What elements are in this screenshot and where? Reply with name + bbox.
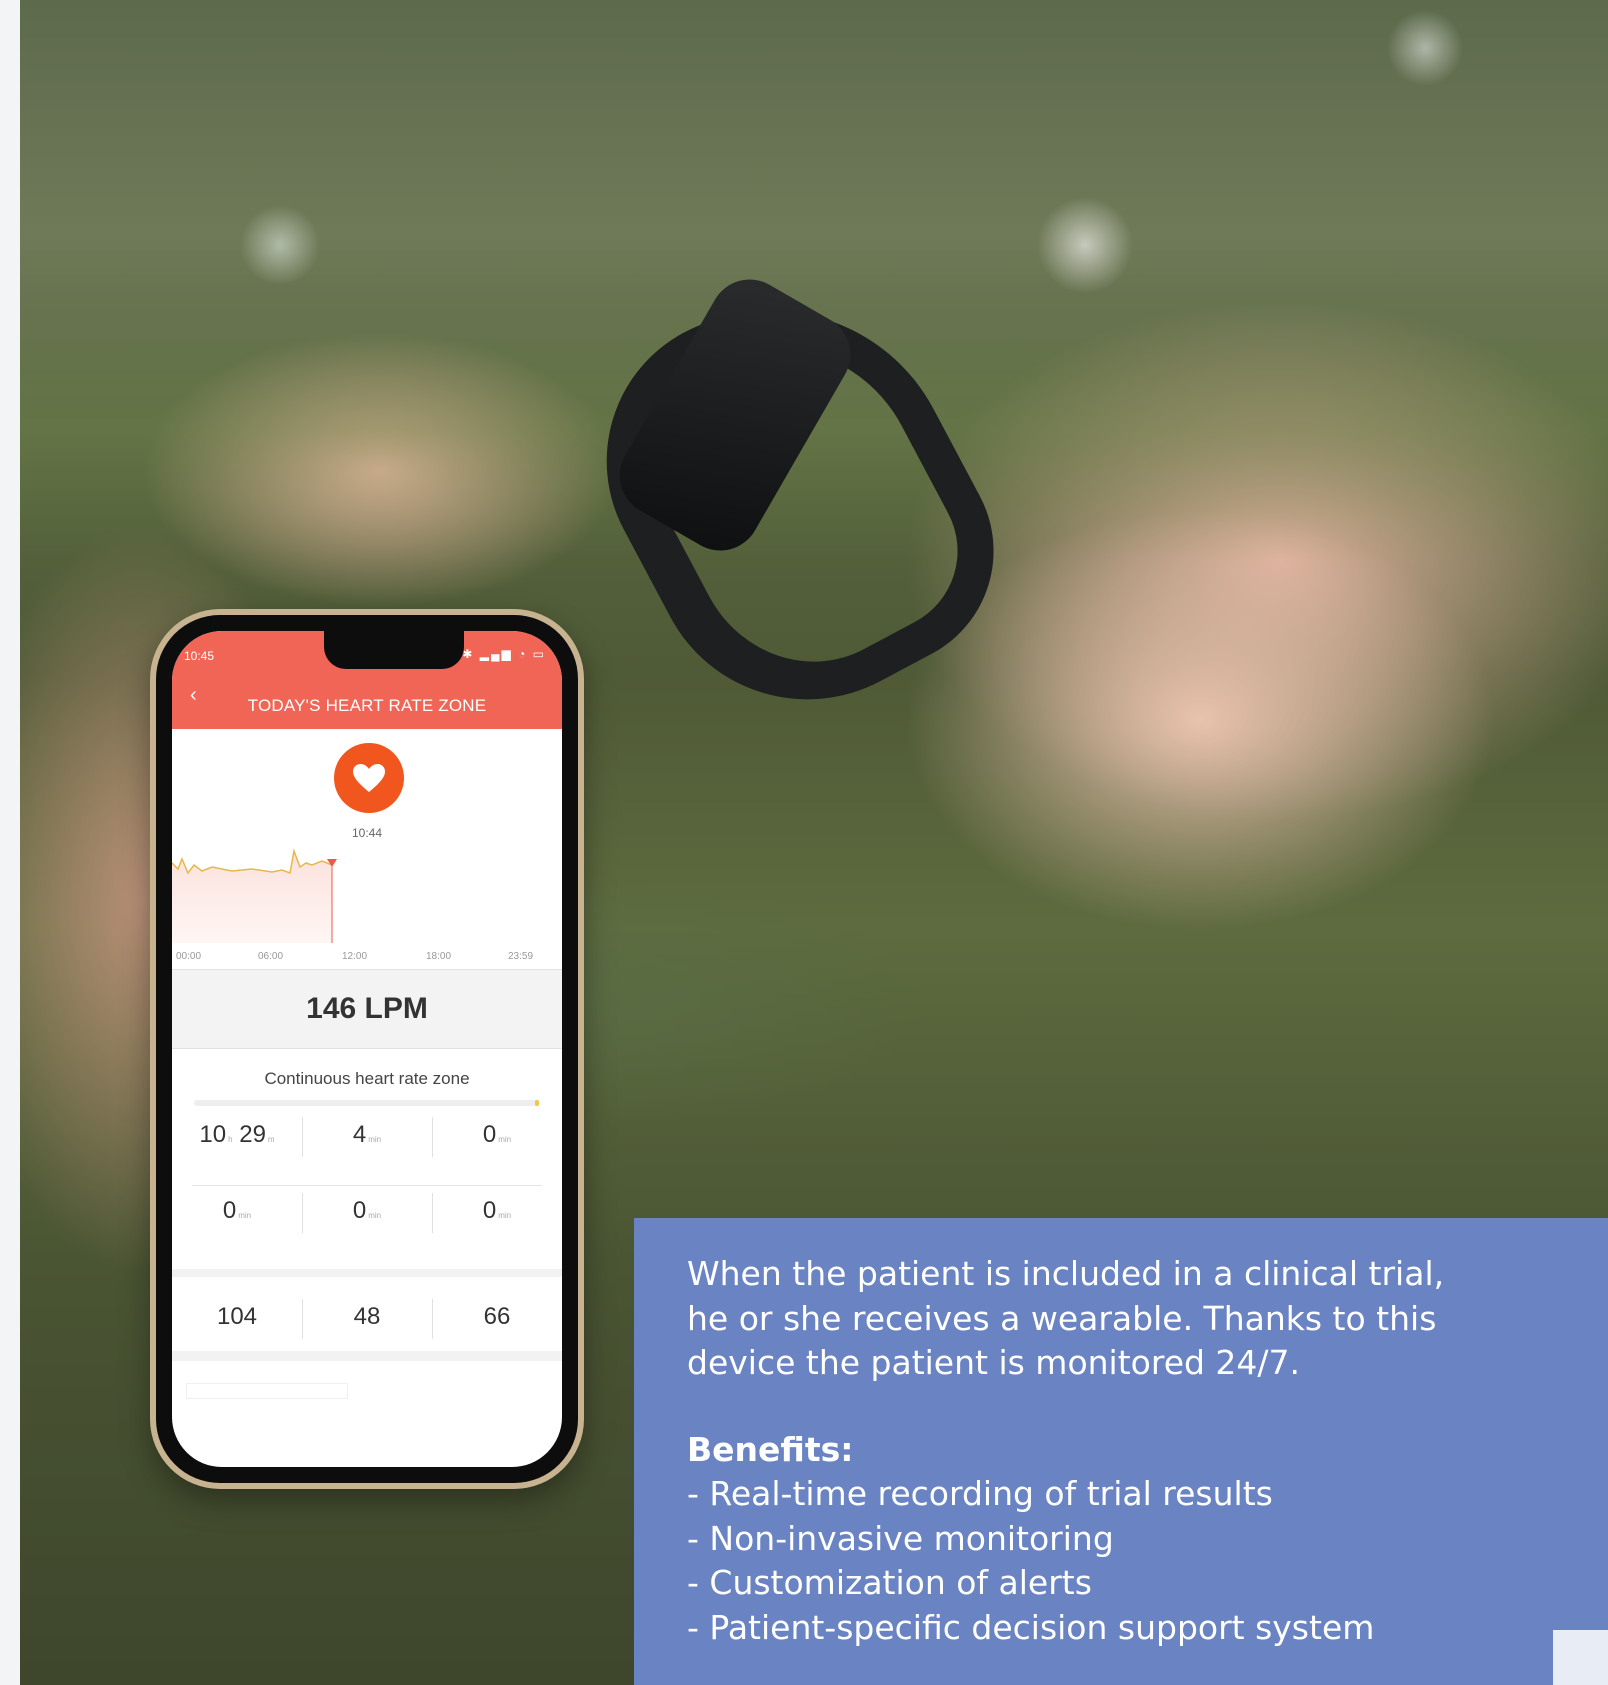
chart-x-axis: 00:00 06:00 12:00 18:00 23:59 (172, 951, 562, 965)
axis-tick-label: 18:00 (426, 951, 452, 962)
benefit-item: - Non-invasive monitoring (687, 1518, 1114, 1558)
app-title: TODAY'S HEART RATE ZONE (247, 696, 487, 715)
corner-decoration (1553, 1630, 1608, 1685)
zone-cell: 0 min (352, 1197, 382, 1224)
status-icons: ✱ ▂▄▆ ◔ ▭ (462, 647, 546, 661)
benefit-item: - Patient-specific decision support syst… (687, 1607, 1375, 1647)
phone-mockup: 10:45 ✱ ▂▄▆ ◔ ▭ ‹ TODAY'S HEART RATE ZON… (150, 609, 584, 1489)
benefit-item: - Customization of alerts (687, 1563, 1092, 1602)
zone-cell: 0 min (482, 1197, 512, 1224)
stats-row: 104 48 66 (172, 1281, 562, 1351)
heart-rate-panel: 146 LPM (172, 969, 562, 1049)
zone-bar-marker (535, 1100, 539, 1106)
benefits-list: - Real-time recording of trial results -… (687, 1472, 1556, 1650)
axis-tick-label: 23:59 (508, 951, 534, 962)
zone-cell: 10 h 29 m (199, 1121, 275, 1148)
zone-cell: 0 min (482, 1121, 512, 1148)
benefit-item: - Real-time recording of trial results (687, 1474, 1273, 1513)
heart-rate-chart (172, 848, 337, 943)
heart-rate-value: 146 LPM (306, 992, 428, 1025)
chart-time-label: 10:44 (351, 826, 383, 840)
status-time: 10:45 (184, 649, 215, 663)
zone-cell: 4 min (352, 1121, 382, 1148)
phone-screen: 10:45 ✱ ▂▄▆ ◔ ▭ ‹ TODAY'S HEART RATE ZON… (172, 631, 562, 1467)
section-divider (172, 1351, 562, 1361)
axis-tick-label: 00:00 (176, 951, 202, 962)
heart-icon (334, 743, 404, 813)
axis-tick-label: 06:00 (258, 951, 284, 962)
benefits-title: Benefits: (687, 1429, 854, 1469)
phone-notch (324, 631, 464, 669)
zone-title: Continuous heart rate zone (264, 1069, 470, 1088)
zone-cell: 0 min (222, 1197, 252, 1224)
axis-tick-label: 12:00 (342, 951, 368, 962)
section-divider (172, 1269, 562, 1277)
intro-text: When the patient is included in a clinic… (687, 1254, 1445, 1382)
placeholder-row (186, 1383, 348, 1399)
info-panel: When the patient is included in a clinic… (634, 1218, 1608, 1685)
zone-progress-bar (194, 1100, 539, 1106)
